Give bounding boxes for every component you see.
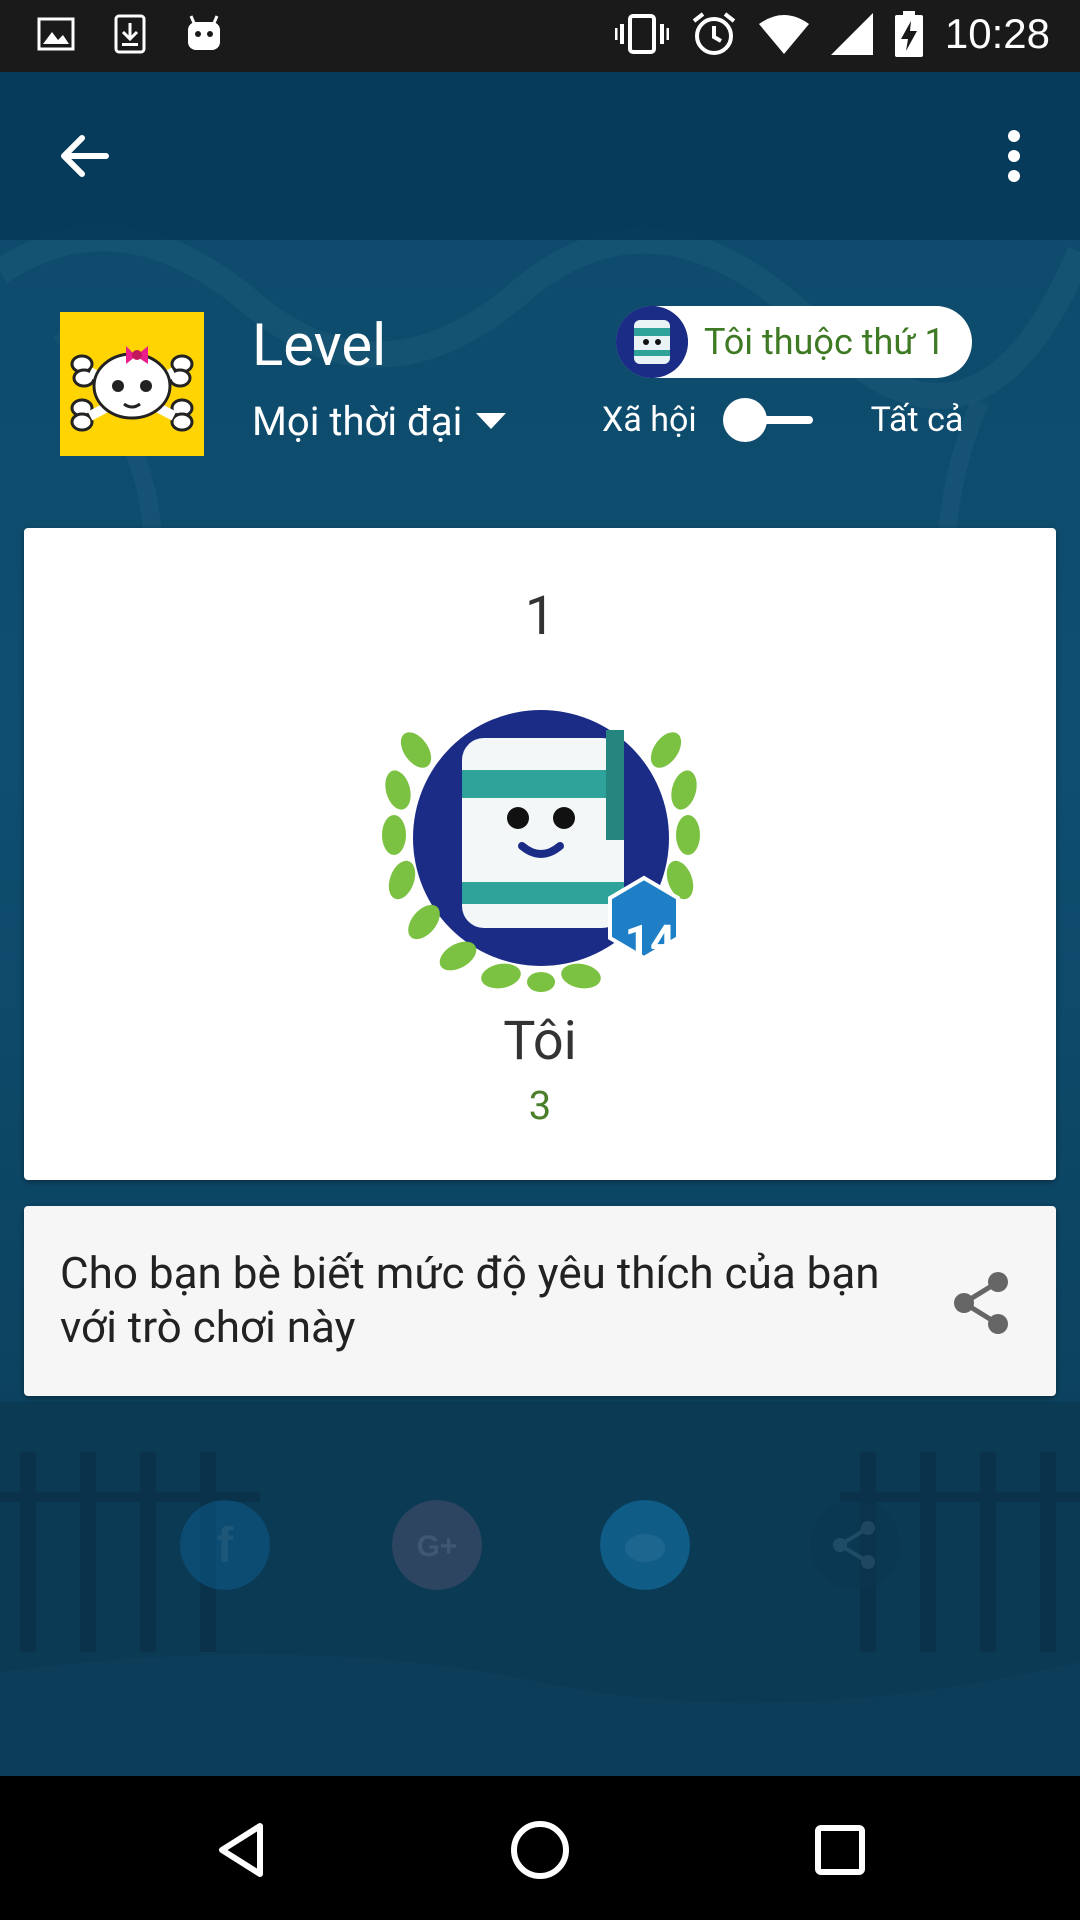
leaderboard-title: Level: [252, 312, 387, 380]
download-icon: [114, 14, 146, 54]
signal-icon: [830, 13, 873, 55]
svg-text:f: f: [217, 1517, 234, 1573]
facebook-icon: f: [180, 1500, 270, 1590]
player-avatar-small: [616, 306, 688, 378]
wifi-icon: [758, 15, 809, 54]
twitter-icon: [600, 1500, 690, 1590]
player-rank-text: Tôi thuộc thứ 1: [704, 321, 945, 363]
vibrate-icon: [614, 14, 669, 54]
player-rank-pill[interactable]: Tôi thuộc thứ 1: [616, 306, 972, 378]
app-bar: [0, 72, 1080, 240]
scope-switch[interactable]: [722, 398, 819, 442]
rank-number: 1: [524, 585, 556, 648]
all-label: Tất cả: [870, 400, 964, 440]
share-prompt-text: Cho bạn bè biết mức độ yêu thích của bạn…: [60, 1247, 880, 1353]
player-level: 14: [624, 915, 676, 967]
clock: 10:28: [944, 10, 1050, 57]
alarm-icon: [692, 12, 736, 55]
timeframe-label: Mọi thời đại: [252, 398, 463, 445]
svg-text:G+: G+: [417, 1530, 458, 1563]
back-triangle-icon[interactable]: [210, 1818, 274, 1882]
scope-toggle-row: Xã hội Tất cả: [602, 398, 963, 442]
more-vert-icon[interactable]: [990, 124, 1038, 188]
battery-charging-icon: [894, 11, 923, 57]
timeframe-dropdown[interactable]: Mọi thời đại: [252, 398, 507, 445]
share-bg-icon: [810, 1500, 900, 1590]
game-icon: [60, 312, 204, 456]
social-label: Xã hội: [602, 400, 697, 440]
recents-square-icon[interactable]: [808, 1818, 872, 1882]
android-icon: [188, 15, 220, 50]
image-icon: [37, 17, 75, 51]
share-icon[interactable]: [952, 1270, 1012, 1336]
player-name: Tôi: [503, 1010, 577, 1073]
player-score: 3: [528, 1082, 552, 1129]
arrow-back-icon[interactable]: [52, 124, 116, 188]
status-bar: 10:28: [0, 0, 1080, 72]
google-plus-icon: G+: [392, 1500, 482, 1590]
home-circle-icon[interactable]: [508, 1818, 572, 1882]
dropdown-arrow-icon: [476, 412, 507, 429]
